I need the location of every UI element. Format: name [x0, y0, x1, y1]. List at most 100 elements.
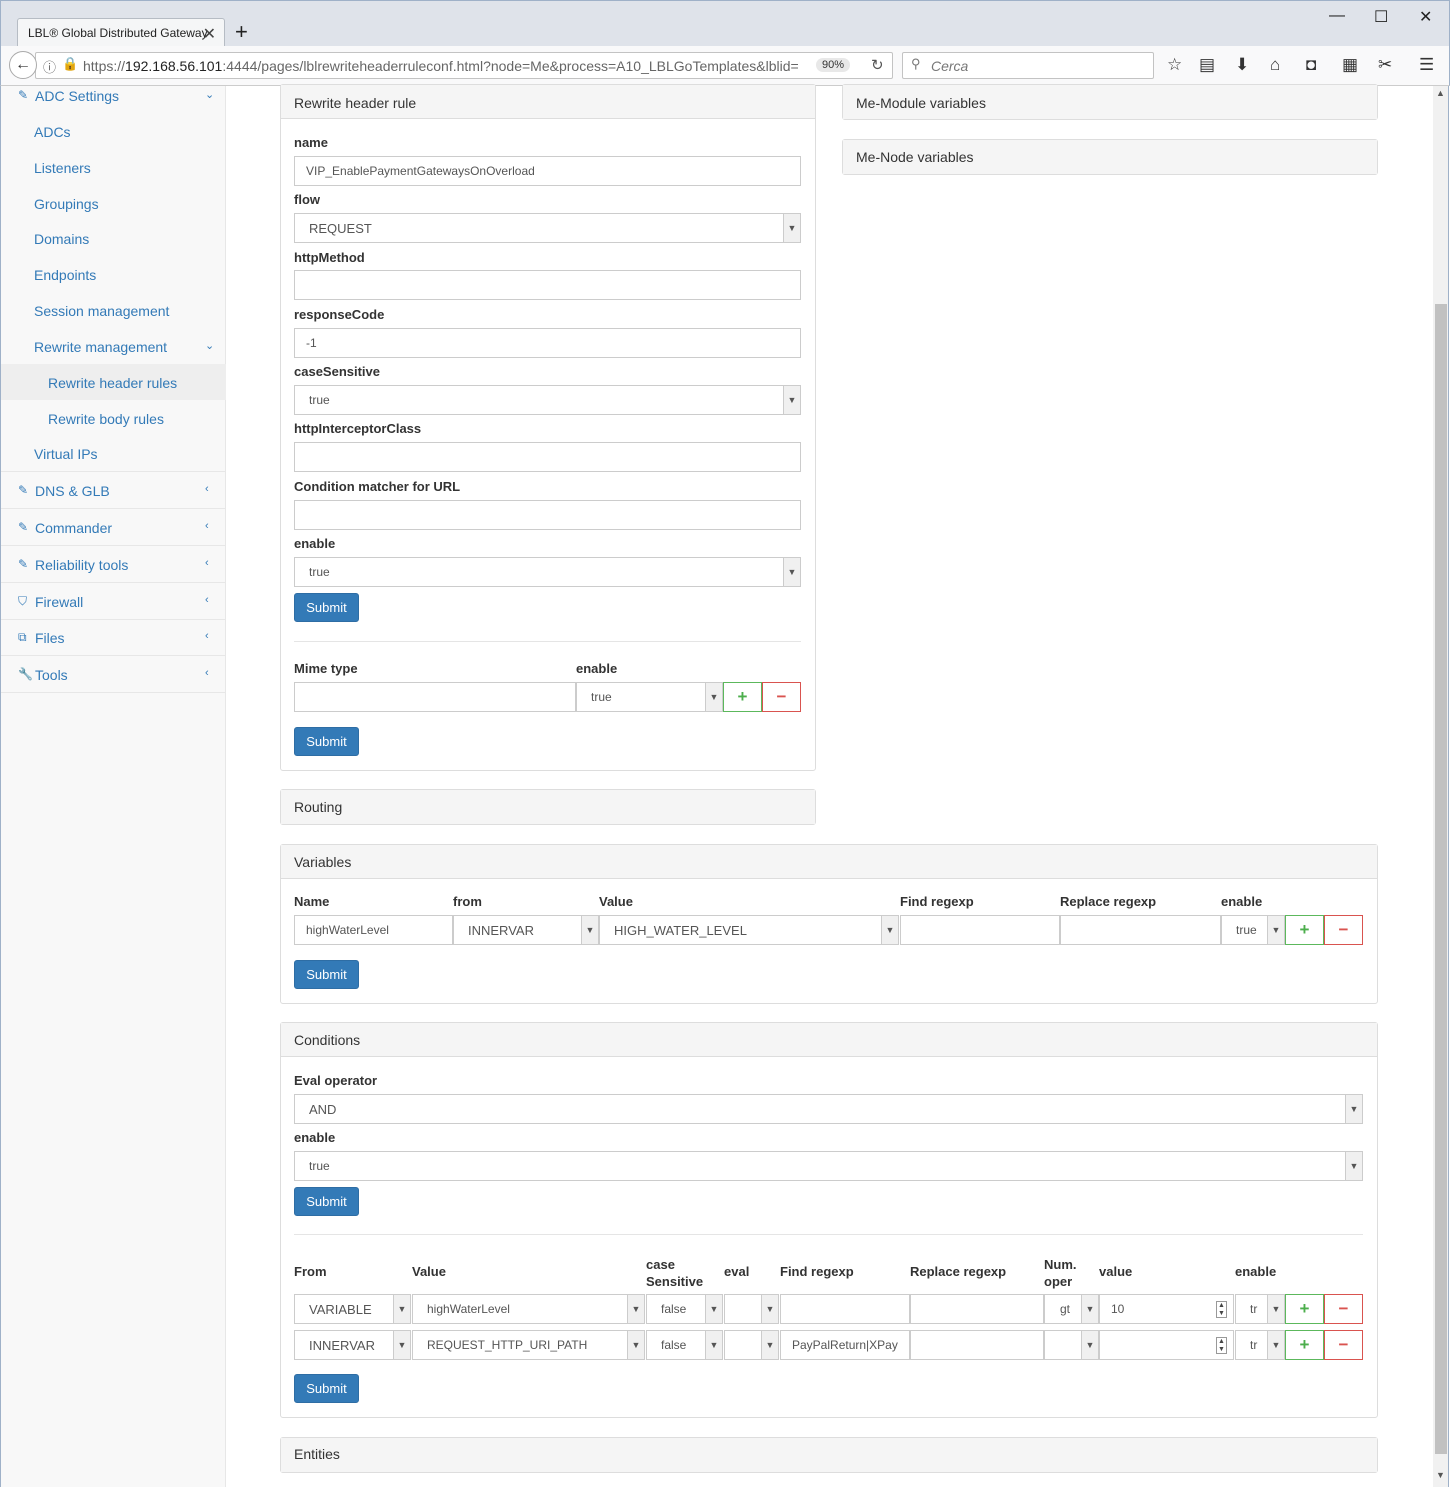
reload-icon[interactable]: ↻ [871, 56, 884, 74]
close-window-icon[interactable]: ✕ [1419, 7, 1432, 27]
chevron-left-icon: ‹ [205, 483, 209, 495]
name-input[interactable]: VIP_EnablePaymentGatewaysOnOverload [294, 156, 801, 186]
minimize-icon[interactable]: — [1329, 7, 1345, 25]
add-condition-button[interactable]: + [1285, 1294, 1324, 1324]
variable-name-input[interactable]: highWaterLevel [294, 915, 453, 945]
mime-submit-button[interactable]: Submit [294, 727, 359, 756]
page-scrollbar[interactable]: ▲ ▼ [1433, 86, 1449, 1487]
files-icon: ⧉ [18, 630, 27, 644]
enable-select[interactable]: true ▼ [294, 557, 801, 587]
condition-oper-select[interactable]: ▼ [1044, 1330, 1099, 1360]
remove-condition-button[interactable]: − [1324, 1294, 1363, 1324]
remove-mime-button[interactable]: − [762, 682, 801, 712]
variable-value-select[interactable]: HIGH_WATER_LEVEL ▼ [599, 915, 899, 945]
httpmethod-input[interactable] [294, 270, 801, 300]
download-icon[interactable]: ⬇ [1235, 55, 1249, 75]
screenshot-icon[interactable]: ✂ [1378, 55, 1392, 75]
variable-enable-select[interactable]: true ▼ [1221, 915, 1285, 945]
condition-find-regexp-input[interactable]: PayPalReturn|XPay [780, 1330, 910, 1360]
scrollbar-thumb[interactable] [1435, 304, 1447, 1454]
divider [294, 1234, 1363, 1235]
condition-value-input[interactable]: 10 ▲ ▼ [1099, 1294, 1234, 1324]
add-condition-button[interactable]: + [1285, 1330, 1324, 1360]
remove-variable-button[interactable]: − [1324, 915, 1363, 945]
chevron-down-icon: ▼ [1345, 1095, 1362, 1123]
condition-value-select[interactable]: highWaterLevel ▼ [412, 1294, 645, 1324]
chevron-down-icon: ▼ [761, 1331, 778, 1359]
pocket-icon[interactable]: ◘ [1306, 55, 1316, 75]
condition-url-input[interactable] [294, 500, 801, 530]
condition-replace-regexp-input[interactable] [910, 1330, 1044, 1360]
condition-from-select[interactable]: INNERVAR ▼ [294, 1330, 411, 1360]
mime-enable-label: enable [576, 661, 618, 676]
chevron-down-icon: ▼ [1081, 1295, 1098, 1323]
scroll-down-icon[interactable]: ▼ [1436, 1470, 1445, 1480]
search-input[interactable]: ⚲ Cerca [902, 52, 1154, 79]
conditions-submit-button[interactable]: Submit [294, 1187, 359, 1216]
url-bar[interactable]: ⓘ 🔒 https://192.168.56.101:4444/pages/lb… [35, 52, 893, 79]
add-mime-button[interactable]: + [723, 682, 762, 712]
eval-operator-select[interactable]: AND ▼ [294, 1094, 1363, 1124]
chevron-down-icon: ▼ [627, 1295, 644, 1323]
condition-replace-regexp-input[interactable] [910, 1294, 1044, 1324]
back-icon[interactable]: ← [9, 51, 37, 79]
info-icon[interactable]: ⓘ [43, 57, 56, 76]
name-label: name [294, 135, 328, 150]
variable-replace-regexp-input[interactable] [1060, 915, 1221, 945]
home-icon[interactable]: ⌂ [1270, 55, 1280, 75]
casesensitive-label: caseSensitive [294, 364, 381, 379]
close-tab-icon[interactable]: ✕ [203, 24, 216, 44]
condition-case-select[interactable]: false ▼ [646, 1294, 723, 1324]
maximize-icon[interactable]: ☐ [1374, 7, 1388, 27]
variable-find-regexp-input[interactable] [900, 915, 1060, 945]
bookmark-star-icon[interactable]: ☆ [1167, 55, 1182, 75]
col-header: value [1099, 1264, 1133, 1279]
me-module-variables-panel[interactable]: Me-Module variables [842, 84, 1378, 120]
condition-from-select[interactable]: VARIABLE ▼ [294, 1294, 411, 1324]
entities-panel[interactable]: Entities [280, 1437, 1378, 1473]
add-variable-button[interactable]: + [1285, 915, 1324, 945]
condition-enable-select[interactable]: tr ▼ [1235, 1330, 1285, 1360]
remove-condition-button[interactable]: − [1324, 1330, 1363, 1360]
chevron-down-icon: ▼ [1081, 1331, 1098, 1359]
condition-value-select[interactable]: REQUEST_HTTP_URI_PATH ▼ [412, 1330, 645, 1360]
chevron-down-icon: ▼ [1345, 1152, 1362, 1180]
variables-submit-button[interactable]: Submit [294, 960, 359, 989]
routing-panel[interactable]: Routing [280, 789, 816, 825]
mime-enable-select[interactable]: true ▼ [576, 682, 723, 712]
panel-title: Conditions [281, 1023, 1377, 1057]
zoom-level[interactable]: 90% [816, 58, 851, 72]
condition-oper-select[interactable]: gt ▼ [1044, 1294, 1099, 1324]
edit-icon: ✎ [18, 483, 29, 497]
browser-tab[interactable]: LBL® Global Distributed Gateway ✕ [17, 18, 225, 48]
extension-icon[interactable]: ▦ [1342, 55, 1358, 75]
scroll-up-icon[interactable]: ▲ [1436, 88, 1445, 98]
responsecode-input[interactable]: -1 [294, 328, 801, 358]
httpinterceptorclass-input[interactable] [294, 442, 801, 472]
chevron-down-icon: ⌄ [205, 89, 215, 101]
condition-find-regexp-input[interactable] [780, 1294, 910, 1324]
casesensitive-select[interactable]: true ▼ [294, 385, 801, 415]
new-tab-icon[interactable]: + [235, 19, 248, 45]
condition-eval-select[interactable]: ▼ [724, 1294, 779, 1324]
condition-case-select[interactable]: false ▼ [646, 1330, 723, 1360]
variable-from-select[interactable]: INNERVAR ▼ [453, 915, 599, 945]
mime-type-label: Mime type [294, 661, 358, 676]
chevron-left-icon: ‹ [205, 557, 209, 569]
condition-enable-select[interactable]: tr ▼ [1235, 1294, 1285, 1324]
divider [294, 641, 801, 642]
condition-value-input[interactable]: ▲ ▼ [1099, 1330, 1234, 1360]
conditions-enable-select[interactable]: true ▼ [294, 1151, 1363, 1181]
submit-button[interactable]: Submit [294, 593, 359, 622]
col-header: Find regexp [900, 894, 974, 909]
panel-title: Rewrite header rule [281, 85, 815, 119]
lock-warning-icon[interactable]: 🔒 [62, 56, 78, 72]
conditions-row-submit-button[interactable]: Submit [294, 1374, 359, 1403]
reading-list-icon[interactable]: ▤ [1199, 55, 1215, 75]
condition-eval-select[interactable]: ▼ [724, 1330, 779, 1360]
menu-icon[interactable]: ☰ [1419, 55, 1434, 75]
me-node-variables-panel[interactable]: Me-Node variables [842, 139, 1378, 175]
url-text[interactable]: https://192.168.56.101:4444/pages/lblrew… [83, 58, 803, 74]
flow-select[interactable]: REQUEST ▼ [294, 213, 801, 243]
mime-type-input[interactable] [294, 682, 576, 712]
